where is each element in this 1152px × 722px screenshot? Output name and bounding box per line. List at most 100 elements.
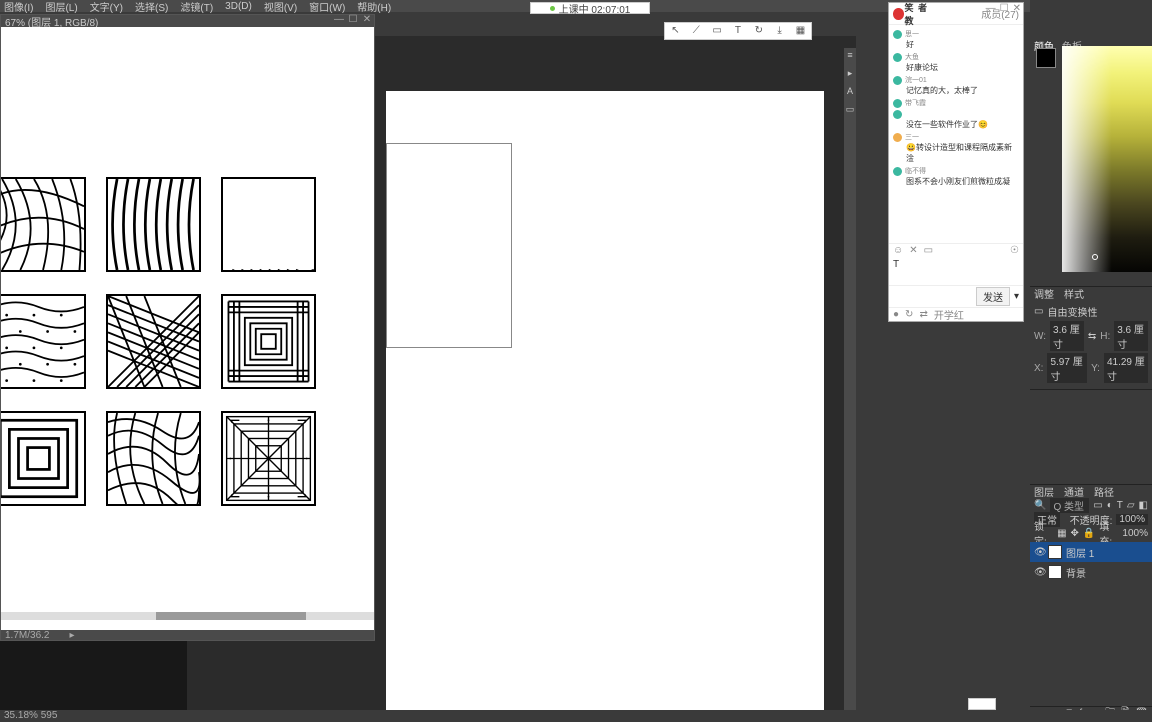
- chat-message: 没在一些软件作业了😊: [893, 110, 1019, 130]
- filter-adjust-icon[interactable]: ◐: [1107, 500, 1113, 511]
- chat-input[interactable]: T: [889, 257, 1023, 285]
- menu-text[interactable]: 文字(Y): [90, 0, 123, 14]
- pointer-tool-icon[interactable]: ▸: [844, 68, 856, 84]
- foreground-color-swatch[interactable]: [1036, 48, 1056, 68]
- floating-mini-badge[interactable]: [968, 698, 996, 710]
- menu-image[interactable]: 图像(I): [4, 0, 33, 14]
- mic-icon[interactable]: ●: [893, 309, 899, 320]
- pattern-cell: [106, 177, 201, 272]
- image-icon[interactable]: ▭: [924, 245, 933, 256]
- maximize-icon[interactable]: ☐: [348, 15, 358, 25]
- menu-filter[interactable]: 滤镜(T): [180, 0, 213, 14]
- pattern-cell: [221, 294, 316, 389]
- color-picker[interactable]: [1062, 46, 1152, 272]
- lock-position-icon[interactable]: ✥: [1071, 528, 1079, 539]
- layers-filter-bar: 🔍 Q 类型 ▭ ◐ T ▱ ◧: [1030, 498, 1152, 512]
- filter-smart-icon[interactable]: ◧: [1139, 500, 1148, 511]
- filter-image-icon[interactable]: ▭: [1093, 500, 1102, 511]
- menu-window[interactable]: 窗口(W): [309, 0, 345, 14]
- selection-rect[interactable]: [386, 143, 512, 348]
- avatar-icon: [893, 76, 902, 85]
- status-arrow-icon[interactable]: ▸: [69, 630, 74, 641]
- pattern-cell: [106, 294, 201, 389]
- grid-icon[interactable]: ▦: [793, 24, 807, 38]
- layer-name[interactable]: 图层 1: [1066, 545, 1094, 560]
- refresh-icon[interactable]: ↻: [752, 24, 766, 38]
- search-icon[interactable]: 🔍: [1034, 500, 1046, 511]
- chat-min-icon[interactable]: —: [986, 3, 996, 14]
- height-field[interactable]: 3.6 厘寸: [1114, 321, 1148, 351]
- chat-sender: 思一: [905, 29, 919, 39]
- dock-handle-icon[interactable]: ≡: [844, 50, 856, 66]
- text-icon[interactable]: T: [731, 24, 745, 38]
- send-button[interactable]: 发送: [976, 287, 1010, 306]
- layer-filter-select[interactable]: Q 类型: [1050, 498, 1089, 513]
- x-label: X:: [1034, 363, 1043, 374]
- chat-text: 😀转设计造型和课程隔成素新淦: [906, 142, 1019, 164]
- tab-adjustments[interactable]: 调整: [1034, 286, 1054, 301]
- canvas[interactable]: [386, 91, 824, 720]
- ruler-tool-icon[interactable]: ▭: [844, 104, 856, 120]
- swap-icon[interactable]: ⇄: [919, 309, 927, 320]
- menu-select[interactable]: 选择(S): [135, 0, 168, 14]
- download-icon[interactable]: ⤓: [773, 24, 787, 38]
- menu-3d[interactable]: 3D(D): [225, 1, 252, 12]
- right-panel-column: 颜色 色板 调整 样式 ▭自由变换性 W: 3.6 厘寸 ⇆ H: 3.6 厘寸…: [1030, 0, 1152, 720]
- close-icon[interactable]: ✕: [362, 15, 372, 25]
- scrollbar-thumb[interactable]: [156, 612, 306, 620]
- width-field[interactable]: 3.6 厘寸: [1050, 321, 1084, 351]
- scissors-icon[interactable]: ✕: [909, 245, 917, 256]
- chat-sender: 大鱼: [905, 52, 919, 62]
- pattern-window-body[interactable]: [1, 27, 374, 630]
- menu-layer[interactable]: 图层(L): [45, 0, 77, 14]
- layer-row[interactable]: 👁 图层 1: [1030, 542, 1152, 562]
- horizontal-scrollbar[interactable]: [1, 612, 374, 620]
- visibility-icon[interactable]: 👁: [1034, 547, 1044, 558]
- chat-text: 好: [906, 39, 1019, 50]
- opacity-field[interactable]: 100%: [1116, 514, 1148, 525]
- eraser-icon[interactable]: ⟋: [689, 24, 703, 38]
- chat-sender: 带飞霞: [905, 98, 926, 108]
- props-icon: ▭: [1034, 306, 1043, 317]
- avatar-icon: [893, 133, 902, 142]
- menu-view[interactable]: 视图(V): [264, 0, 297, 14]
- tab-styles[interactable]: 样式: [1064, 286, 1084, 301]
- y-field[interactable]: 41.29 厘寸: [1104, 353, 1148, 383]
- minimize-icon[interactable]: —: [334, 15, 344, 25]
- fill-field[interactable]: 100%: [1122, 528, 1148, 539]
- chat-window-controls: — ☐ ✕: [986, 3, 1021, 14]
- x-field[interactable]: 5.97 厘寸: [1047, 353, 1087, 383]
- pattern-window-titlebar[interactable]: 67% (图层 1, RGB/8) — ☐ ✕: [1, 15, 374, 27]
- y-label: Y:: [1091, 363, 1100, 374]
- pointer-icon[interactable]: ↖: [668, 24, 682, 38]
- pattern-cell: [221, 177, 316, 272]
- right-vertical-toolbar: ≡ ▸ A ▭: [844, 48, 856, 720]
- chat-max-icon[interactable]: ☐: [1000, 3, 1009, 14]
- emoji-icon[interactable]: ☺: [893, 245, 903, 256]
- color-picker-cursor[interactable]: [1092, 254, 1098, 260]
- background-dark-strip: [0, 640, 187, 720]
- menu-help[interactable]: 帮助(H): [357, 0, 391, 14]
- pattern-cell: [1, 177, 86, 272]
- refresh2-icon[interactable]: ↻: [905, 309, 913, 320]
- send-dropdown-icon[interactable]: ▾: [1014, 291, 1019, 302]
- avatar-icon: [893, 99, 902, 108]
- history-icon[interactable]: ☉: [1010, 245, 1019, 256]
- chat-messages[interactable]: 思一好 大鱼好康论坛 浣一01记忆真的大，太棒了 带飞霞 没在一些软件作业了😊 …: [889, 25, 1023, 243]
- chat-text: 好康论坛: [906, 62, 1019, 73]
- tab-paths[interactable]: 路径: [1094, 484, 1114, 499]
- filter-shape-icon[interactable]: ▱: [1127, 500, 1135, 511]
- visibility-icon[interactable]: 👁: [1034, 567, 1044, 578]
- text-tool-icon[interactable]: A: [844, 86, 856, 102]
- lock-pixels-icon[interactable]: ▦: [1057, 528, 1066, 539]
- lock-all-icon[interactable]: 🔒: [1083, 528, 1095, 539]
- link-wh-icon[interactable]: ⇆: [1088, 331, 1096, 342]
- status-zoom: 35.18% 595: [4, 710, 57, 721]
- chat-text: 图系不会小刚友们煎微粒成凝: [906, 176, 1019, 187]
- layer-row[interactable]: 👁 背景: [1030, 562, 1152, 582]
- layer-name[interactable]: 背景: [1066, 565, 1086, 580]
- filter-type-icon[interactable]: T: [1117, 500, 1123, 511]
- chat-close-icon[interactable]: ✕: [1013, 3, 1021, 14]
- chat-panel: — ☐ ✕ 笑 者 教 成员(27) 思一好 大鱼好康论坛 浣一01记忆真的大，…: [888, 2, 1024, 322]
- rectangle-icon[interactable]: ▭: [710, 24, 724, 38]
